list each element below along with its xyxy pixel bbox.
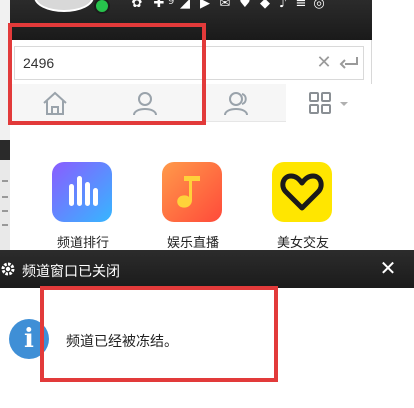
music-icon[interactable]: ♪ xyxy=(276,0,290,12)
music-note-icon xyxy=(162,162,222,222)
grid-icon xyxy=(309,92,348,114)
app-channel-ranking[interactable]: 频道排行 xyxy=(48,162,118,252)
background-window-content xyxy=(0,160,10,250)
background-window-dark-strip xyxy=(0,140,10,160)
background-desktop xyxy=(372,0,414,255)
annotation-box-message xyxy=(40,286,278,382)
app-label: 美女交友 xyxy=(276,236,329,251)
app-grid: 频道排行 娱乐直播 美女交友 xyxy=(10,122,372,255)
tab-apps[interactable] xyxy=(286,84,372,122)
video-icon[interactable]: ▶ xyxy=(198,0,212,12)
app-label: 娱乐直播 xyxy=(166,236,219,251)
enter-icon[interactable] xyxy=(339,53,361,73)
group-icon xyxy=(224,92,248,116)
close-icon[interactable]: ✕ xyxy=(376,256,400,280)
diamond-icon[interactable]: ◆ xyxy=(258,0,272,12)
game-icon[interactable]: ✿ xyxy=(130,0,144,12)
notification-count: 9 xyxy=(168,0,175,7)
avatar[interactable] xyxy=(34,0,94,12)
popup-header: 频道窗口已关闭 ✕ xyxy=(0,250,414,288)
gear-icon xyxy=(0,261,16,277)
screenshot-stage: ✿ ✚ 9 ◢ ▶ ✉ ♥ ◆ ♪ ≡ ◎ 2496 ✕ 频道排行 娱乐直播 美… xyxy=(0,0,414,408)
wallet-icon[interactable]: ≡ xyxy=(294,0,308,12)
gift-icon[interactable]: ✚ xyxy=(152,0,166,12)
app-label: 频道排行 xyxy=(56,236,109,251)
zone-icon[interactable]: ◢ xyxy=(178,0,192,12)
app-beauty-dating[interactable]: 美女交友 xyxy=(268,162,338,252)
popup-title: 频道窗口已关闭 xyxy=(22,264,120,280)
mail-icon[interactable]: ✉ xyxy=(218,0,232,12)
target-icon[interactable]: ◎ xyxy=(312,0,326,12)
bar-chart-icon xyxy=(52,162,112,222)
annotation-box-search xyxy=(8,23,206,125)
online-status-icon[interactable] xyxy=(94,0,110,14)
heart-icon xyxy=(272,162,332,222)
app-entertainment-live[interactable]: 娱乐直播 xyxy=(158,162,228,252)
close-icon[interactable]: ✕ xyxy=(315,53,333,73)
shield-icon[interactable]: ♥ xyxy=(238,0,252,12)
